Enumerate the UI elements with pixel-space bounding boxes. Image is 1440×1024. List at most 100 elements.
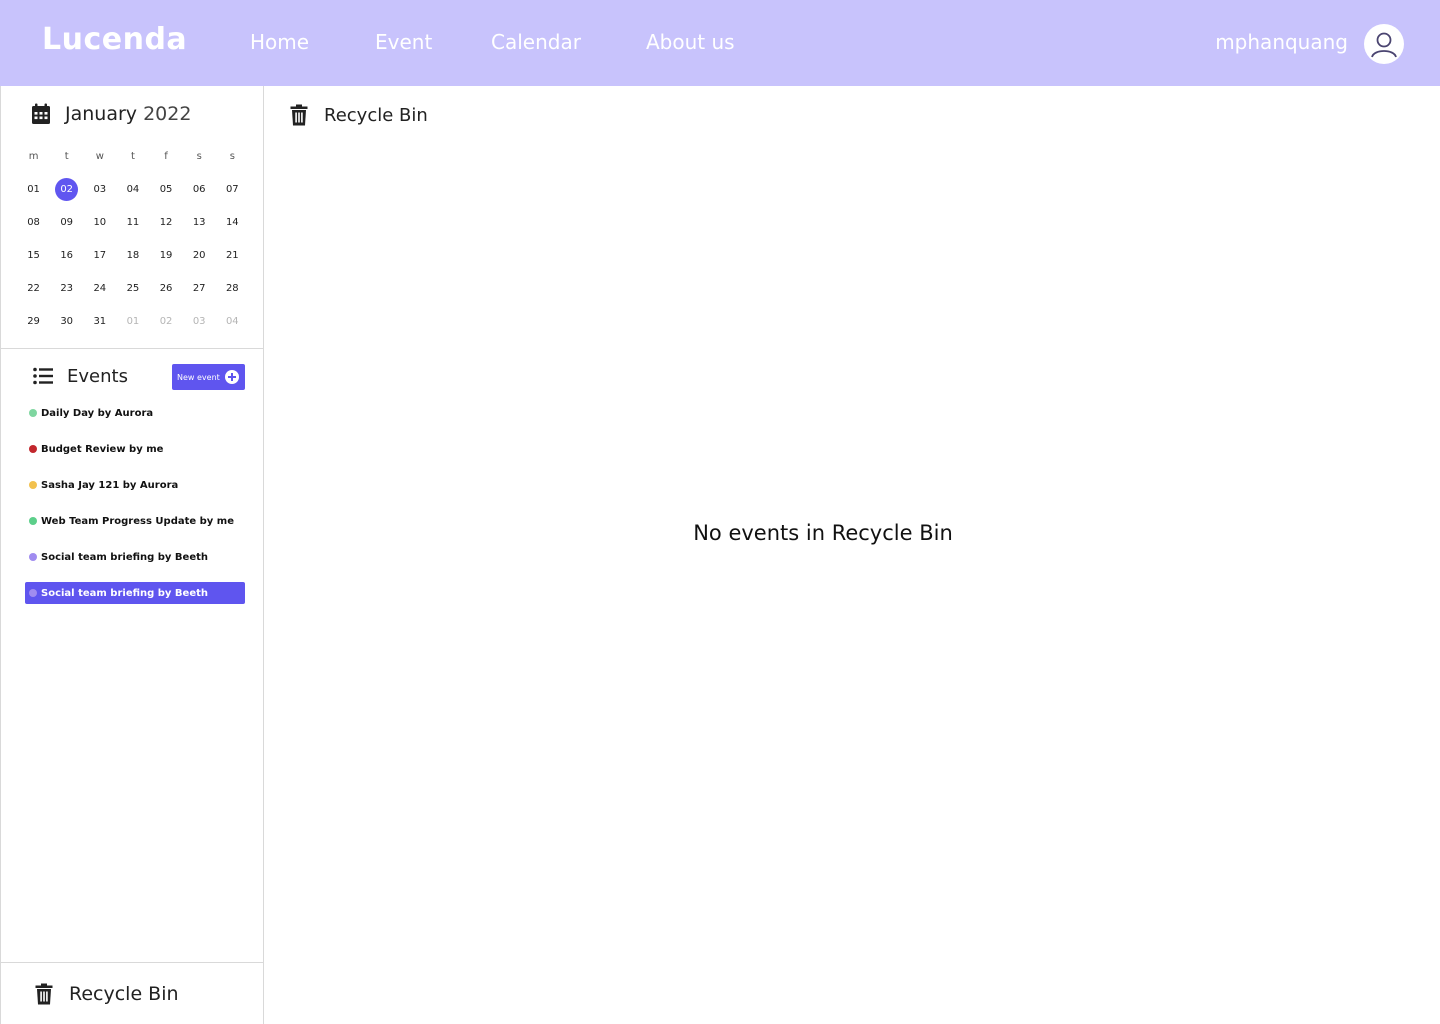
calendar-day[interactable]: 16	[50, 244, 83, 268]
calendar-day[interactable]: 09	[50, 211, 83, 235]
calendar-week-row: 08 09 10 11 12 13 14	[17, 206, 249, 239]
trash-icon	[35, 983, 53, 1005]
calendar-day[interactable]: 18	[116, 244, 149, 268]
calendar-day[interactable]: 10	[83, 211, 116, 235]
calendar-day[interactable]: 14	[216, 211, 249, 235]
calendar-day-label: 03	[93, 183, 107, 195]
calendar-week-row: 22 23 24 25 26 27 28	[17, 272, 249, 305]
calendar-day[interactable]: 25	[116, 277, 149, 301]
calendar-day[interactable]: 26	[150, 277, 183, 301]
nav-calendar[interactable]: Calendar	[491, 30, 581, 54]
calendar-day[interactable]: 01	[116, 310, 149, 334]
calendar-day-label: 04	[225, 315, 239, 327]
calendar-week-row: 15 16 17 18 19 20 21	[17, 239, 249, 272]
calendar-weekday: m	[28, 150, 39, 162]
event-label: Sasha Jay 121 by Aurora	[41, 479, 179, 491]
calendar-day[interactable]: 28	[216, 277, 249, 301]
calendar-day[interactable]: 03	[183, 310, 216, 334]
calendar-day-label: 08	[27, 216, 40, 228]
nav-event[interactable]: Event	[375, 30, 432, 54]
event-item-selected[interactable]: Social team briefing by Beeth	[25, 582, 245, 604]
calendar-day[interactable]: 02	[150, 310, 183, 334]
event-label: Social team briefing by Beeth	[41, 551, 209, 563]
event-label: Daily Day by Aurora	[41, 407, 154, 419]
calendar-weekday: s	[196, 150, 202, 162]
calendar-day[interactable]: 03	[83, 178, 116, 202]
calendar-day[interactable]: 07	[216, 178, 249, 202]
calendar-day[interactable]: 29	[17, 310, 50, 334]
calendar-day[interactable]: 05	[150, 178, 183, 202]
empty-state-message: No events in Recycle Bin	[693, 521, 953, 545]
nav-home[interactable]: Home	[250, 30, 309, 54]
calendar-day-label: 04	[126, 183, 140, 195]
calendar-day-label: 24	[93, 282, 107, 294]
top-navbar: Lucenda Home Event Calendar About us mph…	[0, 0, 1440, 86]
calendar-day[interactable]: 21	[216, 244, 249, 268]
calendar-day[interactable]: 15	[17, 244, 50, 268]
event-color-dot	[29, 589, 37, 597]
event-color-dot	[29, 553, 37, 561]
event-label: Social team briefing by Beeth	[41, 587, 209, 599]
event-list: Daily Day by Aurora Budget Review by me Sa…	[25, 402, 245, 618]
sidebar-recycle-bin[interactable]: Recycle Bin	[35, 980, 179, 1008]
calendar-day-label: 01	[27, 183, 40, 195]
calendar-day-label: 16	[60, 249, 74, 261]
calendar-day-label: 02	[55, 177, 79, 201]
event-item[interactable]: Sasha Jay 121 by Aurora	[25, 474, 245, 496]
calendar-day-label: 01	[126, 315, 140, 327]
calendar-day[interactable]: 13	[183, 211, 216, 235]
calendar-weekday: f	[164, 150, 168, 162]
calendar-day[interactable]: 31	[83, 310, 116, 334]
calendar-day-label: 19	[159, 249, 173, 261]
calendar-day[interactable]: 08	[17, 211, 50, 235]
calendar-day[interactable]: 23	[50, 277, 83, 301]
calendar-day[interactable]: 30	[50, 310, 83, 334]
user-icon	[1371, 32, 1397, 58]
calendar-day-label: 15	[27, 249, 40, 261]
event-item[interactable]: Social team briefing by Beeth	[25, 546, 245, 568]
main-content: Recycle Bin No events in Recycle Bin	[264, 86, 1440, 1024]
new-event-label: New event	[177, 372, 220, 382]
calendar-day[interactable]: 22	[17, 277, 50, 301]
calendar-day-selected[interactable]: 02	[50, 177, 83, 202]
app-logo[interactable]: Lucenda	[42, 22, 187, 57]
calendar-day[interactable]: 04	[116, 178, 149, 202]
calendar-day-label: 20	[192, 249, 206, 261]
calendar-day[interactable]: 11	[116, 211, 149, 235]
calendar-day[interactable]: 27	[183, 277, 216, 301]
calendar-weekday: t	[64, 150, 69, 162]
new-event-button[interactable]: New event	[172, 364, 245, 390]
event-label: Web Team Progress Update by me	[41, 515, 234, 527]
calendar-weekday: w	[95, 150, 104, 162]
calendar-day-label: 30	[60, 315, 74, 327]
calendar-day-label: 18	[126, 249, 140, 261]
calendar-day-label: 11	[126, 216, 140, 228]
calendar-weekday: s	[229, 150, 235, 162]
divider	[1, 962, 264, 963]
nav-about-us[interactable]: About us	[646, 30, 735, 54]
event-item[interactable]: Web Team Progress Update by me	[25, 510, 245, 532]
calendar-day[interactable]: 01	[17, 178, 50, 202]
calendar-day[interactable]: 17	[83, 244, 116, 268]
calendar-day-label: 13	[192, 216, 206, 228]
event-item[interactable]: Budget Review by me	[25, 438, 245, 460]
calendar-day-label: 21	[225, 249, 239, 261]
calendar-month: January	[65, 103, 138, 125]
calendar-day[interactable]: 20	[183, 244, 216, 268]
event-color-dot	[29, 445, 37, 453]
calendar-week-row: 29 30 31 01 02 03 04	[17, 305, 249, 338]
username[interactable]: mphanquang	[1215, 30, 1348, 54]
calendar-day[interactable]: 19	[150, 244, 183, 268]
list-icon	[33, 367, 53, 385]
calendar-icon	[32, 103, 50, 124]
calendar-day[interactable]: 24	[83, 277, 116, 301]
user-avatar[interactable]	[1364, 24, 1404, 64]
event-color-dot	[29, 409, 37, 417]
calendar-day[interactable]: 04	[216, 310, 249, 334]
calendar-day-label: 28	[225, 282, 239, 294]
calendar-grid: m t w t f s s 01 02 03 04 05 06 07 08 09 10 11 12 13 14 15 16 1…	[17, 140, 249, 338]
calendar-day-label: 12	[159, 216, 173, 228]
event-item[interactable]: Daily Day by Aurora	[25, 402, 245, 424]
calendar-day[interactable]: 12	[150, 211, 183, 235]
calendar-day[interactable]: 06	[183, 178, 216, 202]
